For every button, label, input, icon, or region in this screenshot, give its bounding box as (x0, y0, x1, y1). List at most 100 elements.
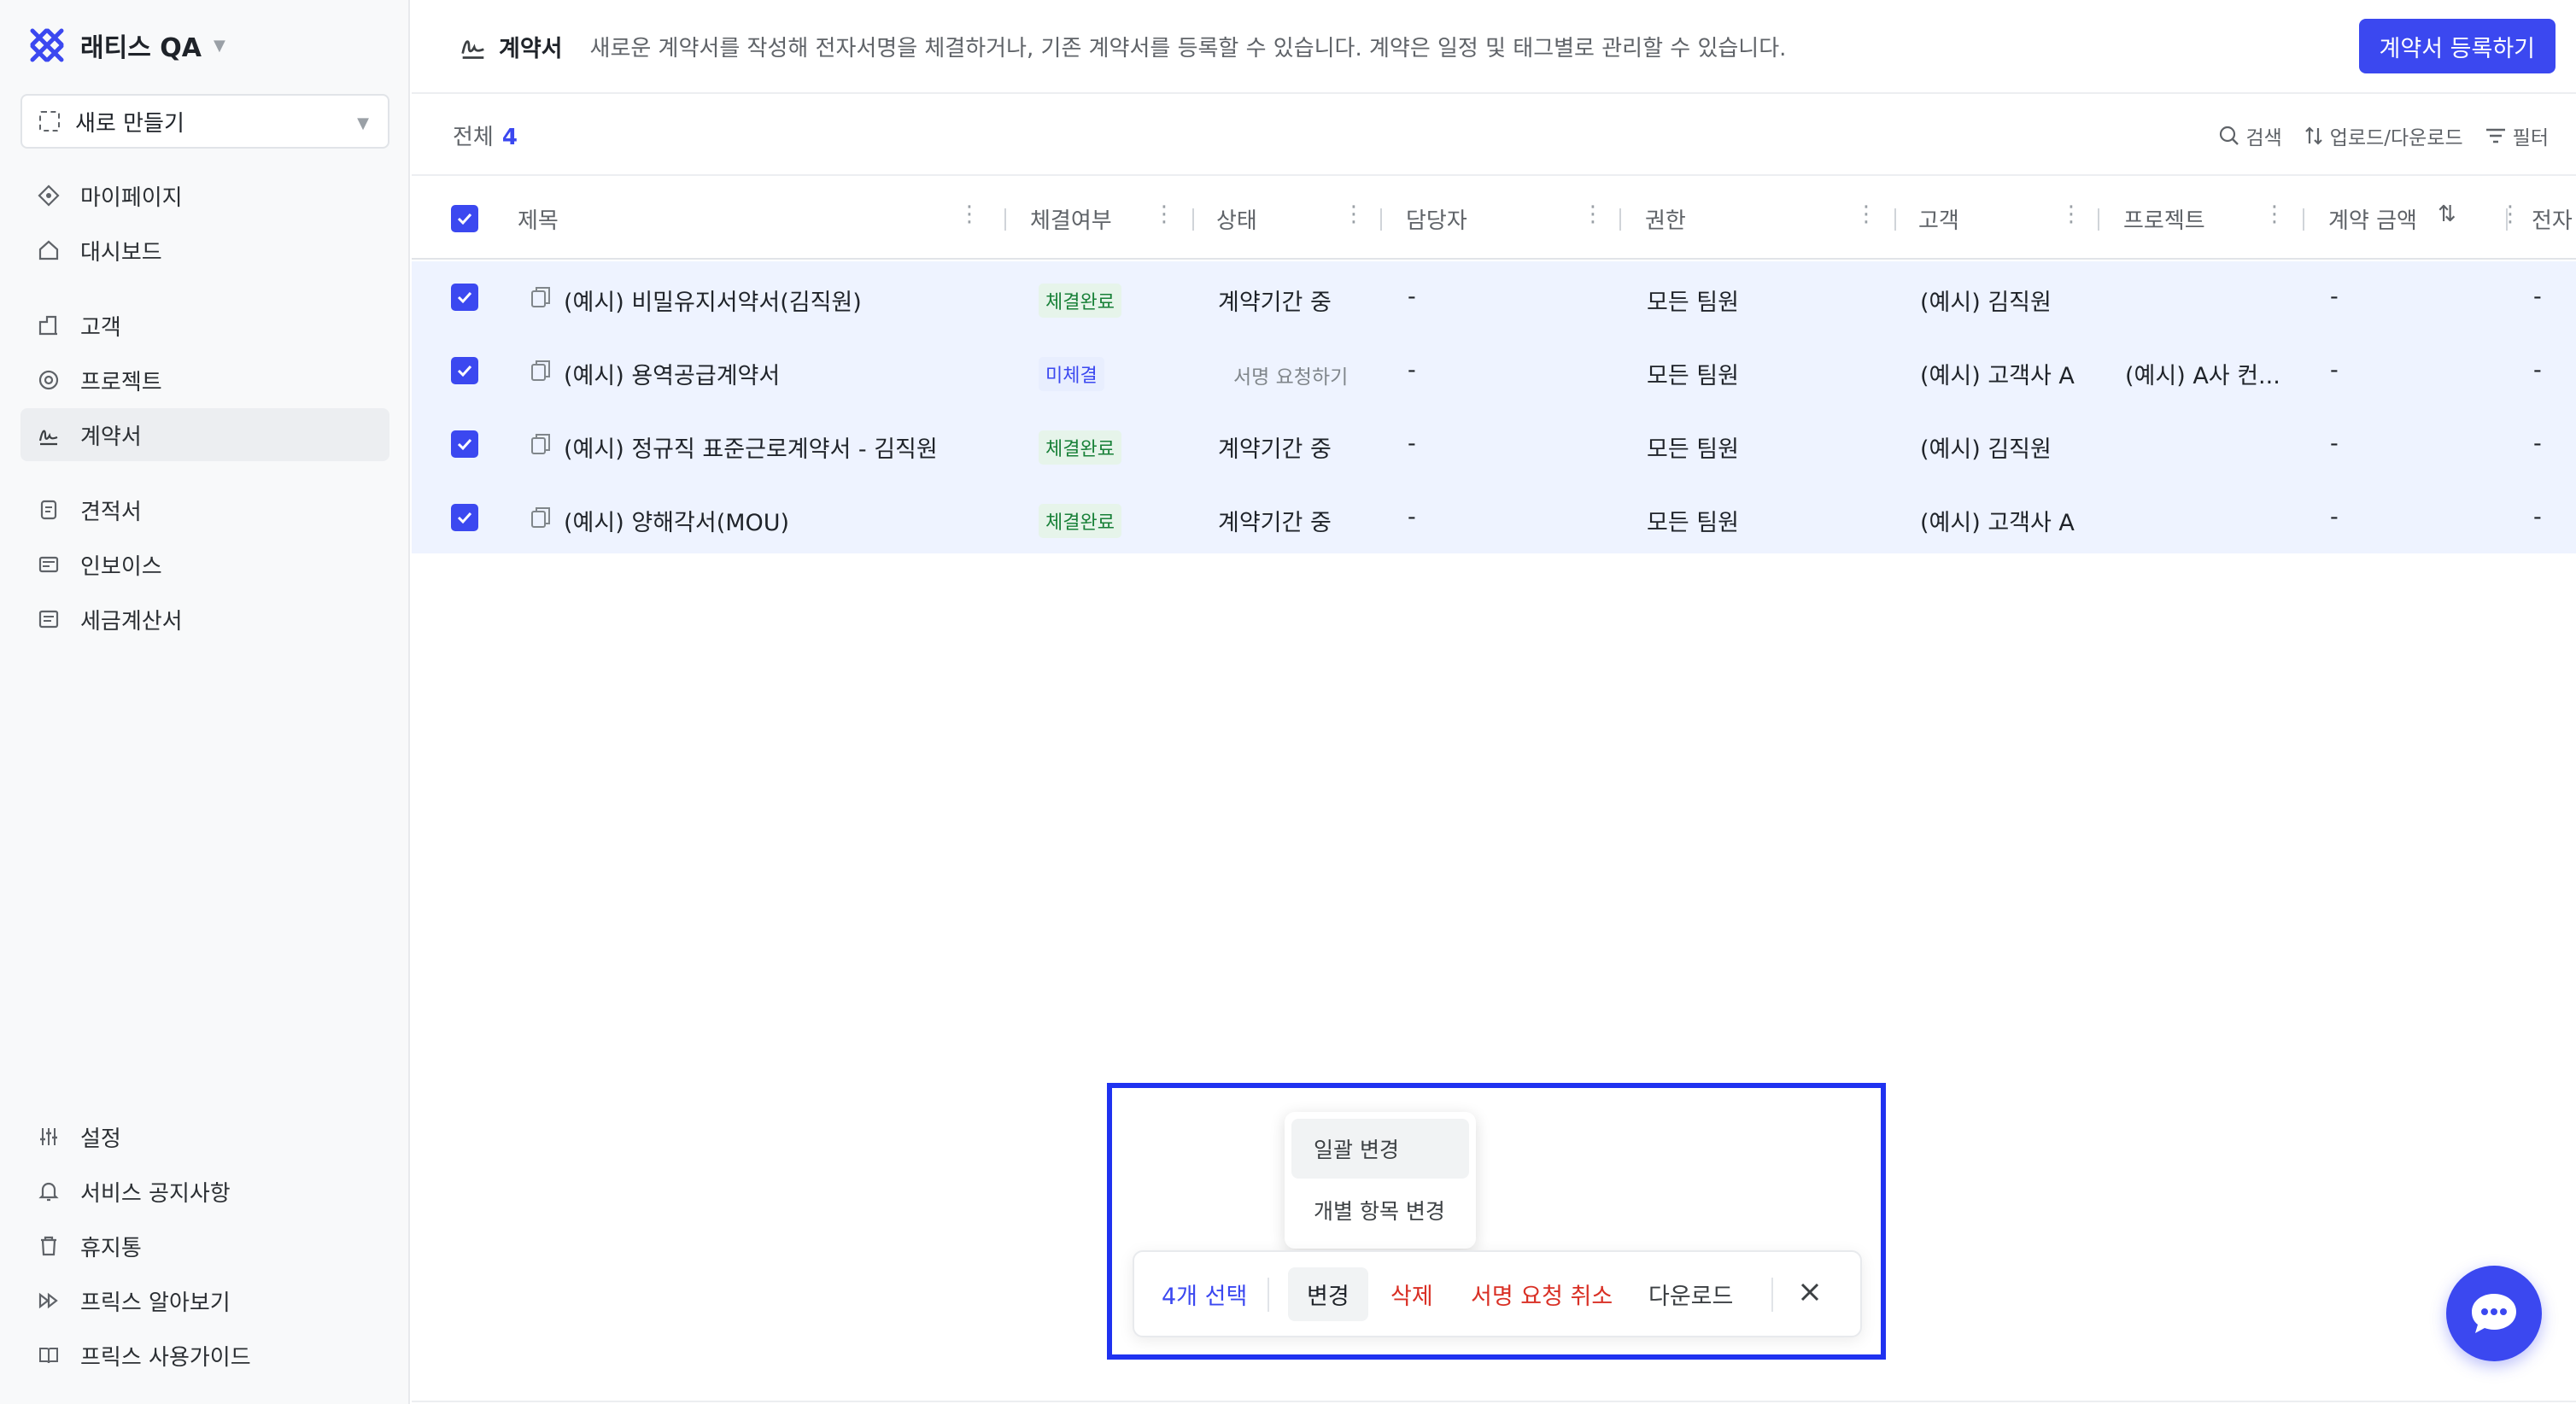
column-divider[interactable] (1192, 208, 1194, 231)
kebab-icon[interactable]: ⋮ (2263, 202, 2286, 227)
column-divider[interactable] (1619, 208, 1621, 231)
check-icon (457, 512, 472, 524)
row-checkbox[interactable] (451, 504, 478, 531)
sidebar-item-quotes[interactable]: 견적서 (20, 483, 389, 536)
table-row[interactable]: (예시) 정규직 표준근로계약서 - 김직원 체결완료 계약기간 중 - 모든 … (412, 408, 2576, 482)
column-header-signed[interactable]: 체결여부 (1030, 203, 1112, 235)
contract-title-link[interactable]: (예시) 정규직 표준근로계약서 - 김직원 (564, 430, 938, 464)
divider (412, 1401, 2576, 1402)
sidebar-item-label: 프릭스 사용가이드 (80, 1344, 251, 1371)
sidebar-item-customers[interactable]: 고객 (20, 299, 389, 352)
file-copy-icon (531, 434, 550, 454)
column-header-status[interactable]: 상태 (1216, 203, 1257, 235)
kebab-icon[interactable]: ⋮ (1343, 202, 1365, 227)
sidebar-item-about[interactable]: 프릭스 알아보기 (20, 1274, 389, 1327)
workspace-switcher[interactable]: 래티스 QA ▼ (29, 24, 225, 67)
status-cell: 계약기간 중 (1218, 290, 1332, 316)
table-row[interactable]: (예시) 양해각서(MOU) 체결완료 계약기간 중 - 모든 팀원 (예시) … (412, 482, 2576, 553)
manager-cell: - (1408, 430, 1416, 457)
column-divider[interactable] (1894, 208, 1896, 231)
kebab-icon[interactable]: ⋮ (2499, 202, 2521, 227)
home-icon (36, 237, 61, 263)
sidebar-item-label: 인보이스 (80, 553, 162, 580)
request-signature-link[interactable]: 서명 요청하기 (1233, 360, 1348, 389)
esign-cell: - (2533, 430, 2542, 457)
sidebar-item-guide[interactable]: 프릭스 사용가이드 (20, 1329, 389, 1382)
download-button[interactable]: 다운로드 (1648, 1278, 1733, 1311)
column-header-esign[interactable]: 전자 (2532, 203, 2573, 235)
sort-icon[interactable]: ⇅ (2438, 202, 2456, 227)
filter-button[interactable]: 필터 (2484, 121, 2549, 150)
kebab-icon[interactable]: ⋮ (1582, 202, 1604, 227)
check-icon (457, 213, 472, 225)
bell-icon (36, 1179, 61, 1204)
total-label: 전체 (453, 125, 494, 150)
menu-item-individual-change[interactable]: 개별 항목 변경 (1291, 1180, 1469, 1240)
change-button[interactable]: 변경 (1288, 1267, 1368, 1321)
close-icon[interactable] (1797, 1279, 1823, 1311)
file-copy-icon (531, 287, 550, 307)
trash-icon (36, 1233, 61, 1259)
project-cell[interactable]: (예시) A사 컨... (2125, 357, 2280, 390)
column-divider[interactable] (2506, 208, 2508, 231)
sidebar-item-label: 프로젝트 (80, 369, 162, 395)
esign-cell: - (2533, 357, 2542, 383)
status-cell: 계약기간 중 (1218, 510, 1332, 536)
row-checkbox[interactable] (451, 284, 478, 311)
table-row[interactable]: (예시) 비밀유지서약서(김직원) 체결완료 계약기간 중 - 모든 팀원 (예… (412, 261, 2576, 335)
customer-cell[interactable]: (예시) 김직원 (1920, 284, 2052, 317)
row-checkbox[interactable] (451, 430, 478, 458)
sidebar-item-trash[interactable]: 휴지통 (20, 1220, 389, 1272)
contract-title-link[interactable]: (예시) 비밀유지서약서(김직원) (564, 284, 862, 317)
column-header-manager[interactable]: 담당자 (1406, 203, 1467, 235)
column-divider[interactable] (2098, 208, 2099, 231)
customer-cell[interactable]: (예시) 김직원 (1920, 430, 2052, 464)
sliders-icon (36, 1124, 61, 1150)
cancel-signature-request-button[interactable]: 서명 요청 취소 (1471, 1278, 1613, 1311)
sidebar-item-invoices[interactable]: 인보이스 (20, 538, 389, 591)
column-divider[interactable] (1380, 208, 1382, 231)
kebab-icon[interactable]: ⋮ (2060, 202, 2082, 227)
contract-title-link[interactable]: (예시) 양해각서(MOU) (564, 504, 789, 537)
divider (1268, 1278, 1269, 1312)
manager-cell: - (1408, 504, 1416, 530)
column-header-title[interactable]: 제목 (518, 203, 559, 235)
sidebar-item-dashboard[interactable]: 대시보드 (20, 224, 389, 277)
sidebar-item-notices[interactable]: 서비스 공지사항 (20, 1165, 389, 1218)
kebab-icon[interactable]: ⋮ (1153, 202, 1175, 227)
column-header-permission[interactable]: 권한 (1645, 203, 1686, 235)
sidebar-item-settings[interactable]: 설정 (20, 1110, 389, 1163)
sort-arrows-icon (2305, 126, 2322, 145)
amount-cell: - (2330, 284, 2339, 310)
chat-support-button[interactable] (2446, 1266, 2542, 1361)
permission-cell: 모든 팀원 (1647, 363, 1739, 389)
sidebar-item-contracts[interactable]: 계약서 (20, 408, 389, 461)
delete-button[interactable]: 삭제 (1390, 1278, 1433, 1311)
contract-title-link[interactable]: (예시) 용역공급계약서 (564, 357, 780, 390)
row-checkbox[interactable] (451, 357, 478, 384)
kebab-icon[interactable]: ⋮ (1855, 202, 1877, 227)
search-button[interactable]: 검색 (2218, 121, 2282, 150)
kebab-icon[interactable]: ⋮ (958, 202, 981, 227)
table-row[interactable]: (예시) 용역공급계약서 미체결 서명 요청하기 - 모든 팀원 (예시) 고객… (412, 335, 2576, 408)
sidebar-item-projects[interactable]: 프로젝트 (20, 354, 389, 407)
menu-item-bulk-change[interactable]: 일괄 변경 (1291, 1119, 1469, 1179)
sidebar-item-mypage[interactable]: 마이페이지 (20, 169, 389, 222)
column-header-amount[interactable]: 계약 금액 (2328, 203, 2417, 235)
sidebar-item-label: 마이페이지 (80, 184, 183, 211)
sidebar-item-tax-invoices[interactable]: 세금계산서 (20, 593, 389, 646)
column-divider[interactable] (2303, 208, 2304, 231)
customer-cell[interactable]: (예시) 고객사 A (1920, 357, 2075, 390)
column-header-customer[interactable]: 고객 (1918, 203, 1959, 235)
esign-cell: - (2533, 504, 2542, 530)
upload-download-button[interactable]: 업로드/다운로드 (2303, 121, 2463, 150)
signature-icon (460, 32, 487, 60)
customer-cell[interactable]: (예시) 고객사 A (1920, 504, 2075, 537)
page-title: 계약서 (499, 35, 563, 62)
dashed-square-icon (39, 111, 60, 132)
create-new-button[interactable]: 새로 만들기 ▼ (20, 94, 389, 149)
column-header-project[interactable]: 프로젝트 (2123, 203, 2205, 235)
column-divider[interactable] (1004, 208, 1006, 231)
select-all-checkbox[interactable] (451, 205, 478, 232)
register-contract-button[interactable]: 계약서 등록하기 (2358, 19, 2556, 73)
